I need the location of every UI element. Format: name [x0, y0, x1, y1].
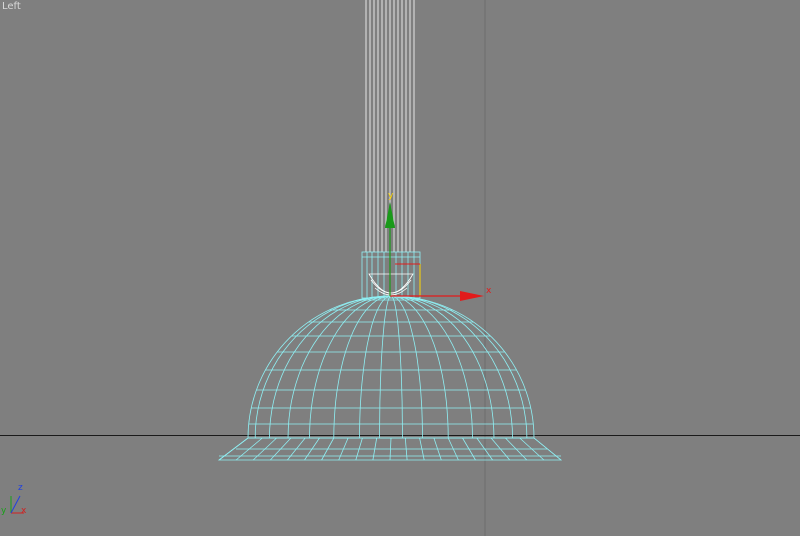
dome-meridian — [309, 295, 392, 439]
dome-meridian — [287, 295, 392, 439]
brim-segment — [389, 437, 392, 461]
dome-meridian — [390, 295, 495, 439]
dome-meridian — [390, 295, 528, 439]
dome-meridian — [333, 295, 392, 439]
tripod-z-line — [10, 495, 21, 514]
collar-bowl — [368, 273, 414, 294]
viewport-left[interactable]: Left x y z y x — [0, 0, 800, 536]
dome-meridian — [254, 295, 392, 439]
collar-bowl-ring — [370, 279, 412, 294]
axis-tripod: z y x — [1, 483, 27, 516]
transform-gizmo[interactable]: x y — [385, 191, 492, 301]
dome-outline — [247, 295, 535, 439]
dome-meridian — [390, 295, 423, 439]
tripod-z-label: z — [18, 483, 23, 493]
gizmo-y-arrow-icon[interactable] — [385, 202, 395, 228]
dome-meridian — [390, 295, 403, 438]
tripod-y-label: y — [1, 506, 7, 516]
gizmo-y-label: y — [388, 191, 394, 201]
viewport-scene[interactable]: x y z y x — [0, 0, 800, 536]
dome-meridian — [379, 295, 392, 438]
gizmo-x-label: x — [486, 286, 492, 296]
tripod-x-label: x — [21, 506, 27, 516]
dome-meridian — [390, 295, 513, 439]
collar-outline — [361, 251, 421, 299]
dome-meridian — [390, 295, 473, 439]
gizmo-x-arrow-icon[interactable] — [460, 291, 484, 301]
dome-meridian — [359, 295, 392, 439]
dome-meridian — [269, 295, 392, 439]
dome-meridian — [390, 295, 449, 439]
